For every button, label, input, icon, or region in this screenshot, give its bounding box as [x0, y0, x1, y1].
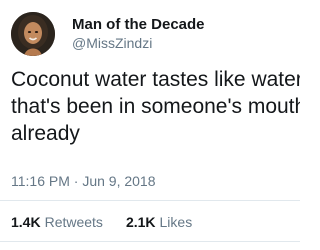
likes-stat[interactable]: 2.1K Likes — [126, 213, 192, 231]
avatar-image — [11, 12, 55, 56]
tweet-header: Man of the Decade @MissZindzi — [11, 9, 205, 59]
author-names: Man of the Decade @MissZindzi — [72, 15, 205, 52]
retweets-stat[interactable]: 1.4K Retweets — [11, 213, 103, 231]
tweet-timestamp[interactable]: 11:16 PM · Jun 9, 2018 — [11, 172, 156, 190]
divider — [0, 200, 300, 201]
likes-label: Likes — [159, 214, 193, 230]
likes-count: 2.1K — [125, 214, 156, 230]
tweet-text: Coconut water tastes like water that's b… — [11, 68, 300, 145]
avatar[interactable] — [11, 12, 55, 56]
tweet-stats: 1.4K Retweets 2.1K Likes — [11, 213, 192, 231]
author-handle[interactable]: @MissZindzi — [72, 34, 205, 52]
author-display-name[interactable]: Man of the Decade — [72, 15, 205, 34]
retweets-label: Retweets — [44, 214, 103, 230]
retweets-count: 1.4K — [11, 214, 41, 230]
divider — [0, 241, 300, 242]
